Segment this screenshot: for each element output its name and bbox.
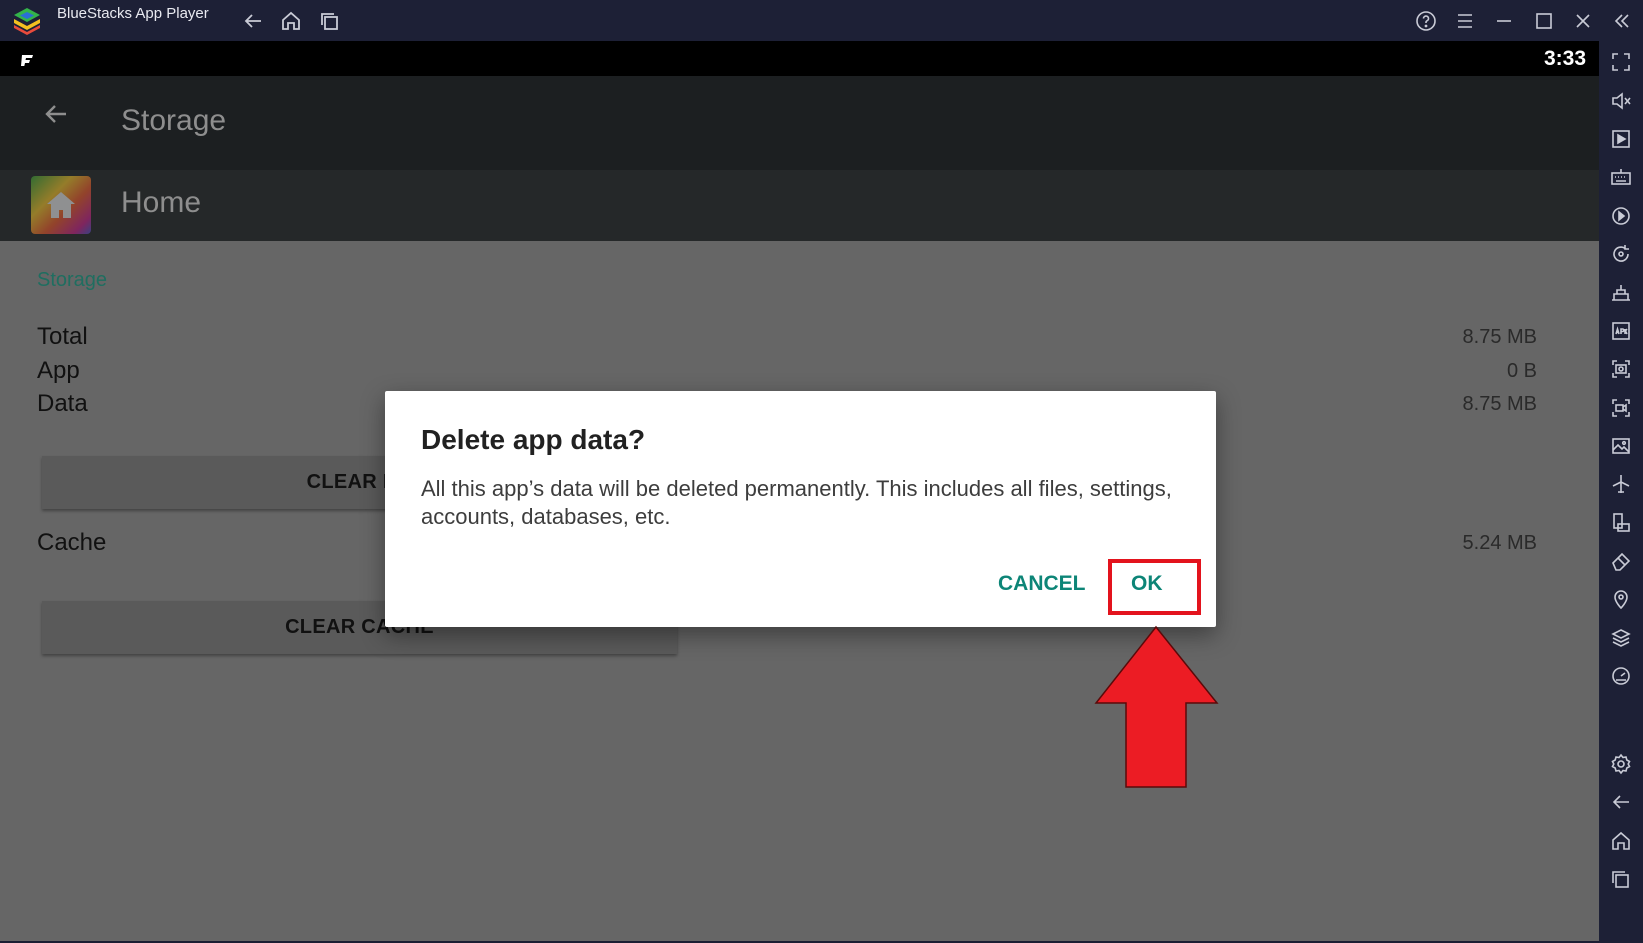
data-label: Data	[37, 390, 88, 417]
status-bar: 3:33	[0, 41, 1599, 76]
fullscreen-icon[interactable]	[1609, 50, 1633, 74]
eraser-icon[interactable]	[1609, 549, 1633, 573]
volume-icon[interactable]	[1609, 89, 1633, 113]
delete-data-dialog: Delete app data? All this app’s data wil…	[385, 391, 1216, 627]
screenshot-icon[interactable]	[1609, 357, 1633, 381]
close-icon[interactable]	[1571, 9, 1595, 33]
device-icon[interactable]	[1609, 511, 1633, 535]
recent-apps-icon[interactable]	[318, 9, 342, 33]
bluestacks-logo-icon	[12, 6, 42, 36]
settings-icon[interactable]	[1609, 752, 1633, 776]
back-arrow-icon[interactable]	[40, 98, 72, 130]
data-value: 8.75 MB	[1462, 393, 1537, 415]
macro-icon[interactable]	[1609, 204, 1633, 228]
home-icon[interactable]	[279, 9, 303, 33]
android-home-icon[interactable]	[1609, 829, 1633, 853]
cache-value: 5.24 MB	[1462, 532, 1537, 554]
build-icon[interactable]	[1609, 281, 1633, 305]
storage-section-title: Storage	[37, 269, 108, 291]
right-sidebar	[1599, 41, 1643, 943]
ok-highlight-box	[1108, 559, 1201, 615]
app-header-row: Home	[0, 170, 1599, 241]
collapse-sidebar-icon[interactable]	[1610, 9, 1634, 33]
up-arrow-annotation-icon	[1094, 625, 1219, 789]
app-name: Home	[121, 186, 202, 219]
cancel-button[interactable]: CANCEL	[998, 572, 1086, 596]
back-icon[interactable]	[241, 9, 265, 33]
minimize-icon[interactable]	[1492, 9, 1516, 33]
page-title: Storage	[121, 104, 227, 137]
app-label: App	[37, 357, 80, 384]
help-icon[interactable]	[1414, 9, 1438, 33]
status-clock: 3:33	[1543, 47, 1586, 70]
title-bar: BlueStacks App Player	[0, 0, 1643, 41]
dialog-message: All this app’s data will be deleted perm…	[421, 476, 1172, 529]
layers-icon[interactable]	[1609, 626, 1633, 650]
record-icon[interactable]	[1609, 396, 1633, 420]
speed-icon[interactable]	[1609, 664, 1633, 688]
total-label: Total	[37, 323, 88, 350]
notification-icon	[20, 53, 34, 66]
app-bar: Storage	[0, 76, 1599, 170]
total-value: 8.75 MB	[1462, 326, 1537, 348]
android-recent-apps-icon[interactable]	[1609, 867, 1633, 891]
app-icon	[31, 176, 91, 234]
app-value: 0 B	[1506, 360, 1537, 382]
apk-icon[interactable]	[1609, 319, 1633, 343]
rotate-icon[interactable]	[1609, 242, 1633, 266]
location-icon[interactable]	[1609, 587, 1633, 611]
window-title: BlueStacks App Player	[57, 5, 209, 22]
cache-label: Cache	[37, 529, 107, 556]
media-icon[interactable]	[1609, 127, 1633, 151]
keyboard-icon[interactable]	[1609, 165, 1633, 189]
gallery-icon[interactable]	[1609, 434, 1633, 458]
android-back-icon[interactable]	[1609, 790, 1633, 814]
airplane-icon[interactable]	[1609, 472, 1633, 496]
menu-icon[interactable]	[1453, 9, 1477, 33]
maximize-icon[interactable]	[1532, 9, 1556, 33]
dialog-title: Delete app data?	[421, 424, 646, 455]
